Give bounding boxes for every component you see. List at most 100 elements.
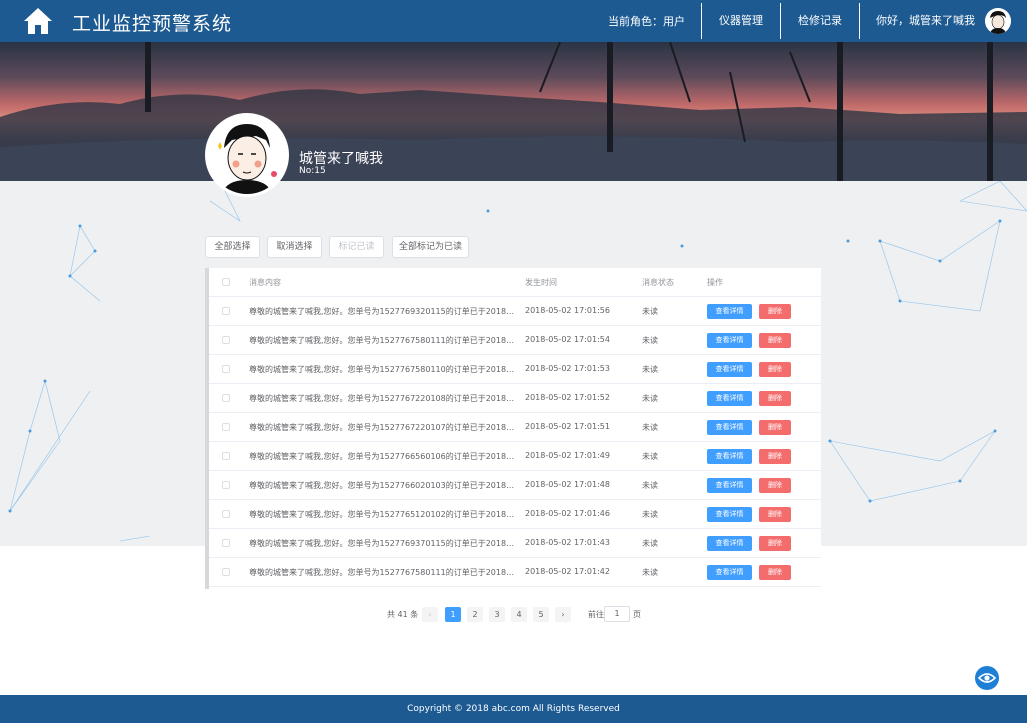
table-row: 尊敬的城管来了喊我,您好。您单号为1527769370115的订单已于2018年…	[209, 529, 821, 558]
view-details-button[interactable]: 查看详情	[707, 362, 752, 377]
row-checkbox[interactable]	[222, 568, 230, 576]
row-checkbox[interactable]	[222, 481, 230, 489]
prev-page-button[interactable]: ‹	[422, 607, 438, 622]
table-row: 尊敬的城管来了喊我,您好。您单号为1527765120102的订单已于2018年…	[209, 500, 821, 529]
deselect-button[interactable]: 取消选择	[267, 236, 322, 258]
view-details-button[interactable]: 查看详情	[707, 478, 752, 493]
row-checkbox[interactable]	[222, 307, 230, 315]
top-nav-bar: 工业监控预警系统 当前角色：用户 仪器管理 检修记录 你好，城管来了喊我	[0, 0, 1027, 42]
header-content: 消息内容	[249, 278, 281, 287]
footer-copyright: Copyright © 2018 abc.com All Rights Rese…	[0, 695, 1027, 723]
page-button-2[interactable]: 2	[467, 607, 483, 622]
table-header-row: 消息内容 发生时间 消息状态 操作	[209, 268, 821, 297]
message-content: 尊敬的城管来了喊我,您好。您单号为1527767580111的订单已于2018年…	[249, 336, 519, 345]
message-content: 尊敬的城管来了喊我,您好。您单号为1527767580110的订单已于2018年…	[249, 365, 519, 374]
header-time: 发生时间	[525, 278, 557, 287]
goto-page-input[interactable]: 1	[604, 606, 630, 622]
delete-button[interactable]: 删除	[759, 420, 791, 435]
view-details-button[interactable]: 查看详情	[707, 420, 752, 435]
delete-button[interactable]: 删除	[759, 362, 791, 377]
message-status: 未读	[642, 394, 658, 403]
table-row: 尊敬的城管来了喊我,您好。您单号为1527767580111的订单已于2018年…	[209, 326, 821, 355]
top-nav: 当前角色：用户 仪器管理 检修记录 你好，城管来了喊我	[608, 0, 1027, 42]
goto-label: 前往	[588, 610, 604, 619]
view-details-button[interactable]: 查看详情	[707, 449, 752, 464]
delete-button[interactable]: 删除	[759, 304, 791, 319]
message-content: 尊敬的城管来了喊我,您好。您单号为1527766560106的订单已于2018年…	[249, 452, 519, 461]
delete-button[interactable]: 删除	[759, 507, 791, 522]
delete-button[interactable]: 删除	[759, 449, 791, 464]
header-status: 消息状态	[642, 278, 674, 287]
page-button-4[interactable]: 4	[511, 607, 527, 622]
view-details-button[interactable]: 查看详情	[707, 536, 752, 551]
message-content: 尊敬的城管来了喊我,您好。您单号为1527765120102的订单已于2018年…	[249, 510, 519, 519]
message-content: 尊敬的城管来了喊我,您好。您单号为1527767580111的订单已于2018年…	[249, 568, 519, 577]
home-icon[interactable]	[22, 6, 54, 36]
message-time: 2018-05-02 17:01:42	[525, 567, 610, 576]
table-row: 尊敬的城管来了喊我,您好。您单号为1527766020103的订单已于2018年…	[209, 471, 821, 500]
user-greeting[interactable]: 你好，城管来了喊我	[859, 3, 985, 39]
message-content: 尊敬的城管来了喊我,您好。您单号为1527769370115的订单已于2018年…	[249, 539, 519, 548]
delete-button[interactable]: 删除	[759, 478, 791, 493]
row-checkbox[interactable]	[222, 394, 230, 402]
delete-button[interactable]: 删除	[759, 536, 791, 551]
profile-banner	[0, 42, 1027, 181]
message-content: 尊敬的城管来了喊我,您好。您单号为1527767220108的订单已于2018年…	[249, 394, 519, 403]
row-checkbox[interactable]	[222, 365, 230, 373]
message-status: 未读	[642, 423, 658, 432]
row-checkbox[interactable]	[222, 539, 230, 547]
eye-icon[interactable]	[975, 666, 999, 690]
app-title: 工业监控预警系统	[72, 13, 233, 35]
mark-read-button[interactable]: 标记已读	[329, 236, 384, 258]
nav-maintenance-records[interactable]: 检修记录	[780, 3, 859, 39]
page-button-5[interactable]: 5	[533, 607, 549, 622]
table-row: 尊敬的城管来了喊我,您好。您单号为1527767580111的订单已于2018年…	[209, 558, 821, 587]
message-time: 2018-05-02 17:01:52	[525, 393, 610, 402]
message-time: 2018-05-02 17:01:54	[525, 335, 610, 344]
message-time: 2018-05-02 17:01:48	[525, 480, 610, 489]
page-button-3[interactable]: 3	[489, 607, 505, 622]
message-time: 2018-05-02 17:01:49	[525, 451, 610, 460]
delete-button[interactable]: 删除	[759, 333, 791, 348]
view-details-button[interactable]: 查看详情	[707, 391, 752, 406]
message-time: 2018-05-02 17:01:51	[525, 422, 610, 431]
table-row: 尊敬的城管来了喊我,您好。您单号为1527769320115的订单已于2018年…	[209, 297, 821, 326]
nav-instrument-management[interactable]: 仪器管理	[701, 3, 780, 39]
message-status: 未读	[642, 452, 658, 461]
header-checkbox[interactable]	[222, 278, 230, 286]
table-row: 尊敬的城管来了喊我,您好。您单号为1527766560106的订单已于2018年…	[209, 442, 821, 471]
message-status: 未读	[642, 481, 658, 490]
message-status: 未读	[642, 568, 658, 577]
view-details-button[interactable]: 查看详情	[707, 333, 752, 348]
table-row: 尊敬的城管来了喊我,您好。您单号为1527767580110的订单已于2018年…	[209, 355, 821, 384]
user-avatar[interactable]	[985, 8, 1011, 34]
message-content: 尊敬的城管来了喊我,您好。您单号为1527767220107的订单已于2018年…	[249, 423, 519, 432]
message-status: 未读	[642, 365, 658, 374]
mark-all-read-button[interactable]: 全部标记为已读	[392, 236, 469, 258]
message-content: 尊敬的城管来了喊我,您好。您单号为1527769320115的订单已于2018年…	[249, 307, 519, 316]
table-row: 尊敬的城管来了喊我,您好。您单号为1527767220107的订单已于2018年…	[209, 413, 821, 442]
header-ops: 操作	[707, 278, 723, 287]
view-details-button[interactable]: 查看详情	[707, 304, 752, 319]
message-time: 2018-05-02 17:01:56	[525, 306, 610, 315]
delete-button[interactable]: 删除	[759, 565, 791, 580]
message-time: 2018-05-02 17:01:43	[525, 538, 610, 547]
current-role-label: 当前角色：用户	[608, 15, 685, 28]
view-details-button[interactable]: 查看详情	[707, 507, 752, 522]
select-all-button[interactable]: 全部选择	[205, 236, 260, 258]
row-checkbox[interactable]	[222, 423, 230, 431]
message-time: 2018-05-02 17:01:46	[525, 509, 610, 518]
delete-button[interactable]: 删除	[759, 391, 791, 406]
row-checkbox[interactable]	[222, 336, 230, 344]
message-status: 未读	[642, 307, 658, 316]
row-checkbox[interactable]	[222, 452, 230, 460]
row-checkbox[interactable]	[222, 510, 230, 518]
message-status: 未读	[642, 336, 658, 345]
pagination-total: 共 41 条	[387, 610, 419, 619]
view-details-button[interactable]: 查看详情	[707, 565, 752, 580]
page-unit-label: 页	[633, 610, 641, 619]
next-page-button[interactable]: ›	[555, 607, 571, 622]
page-button-1[interactable]: 1	[445, 607, 461, 622]
profile-avatar	[205, 113, 289, 197]
message-status: 未读	[642, 510, 658, 519]
